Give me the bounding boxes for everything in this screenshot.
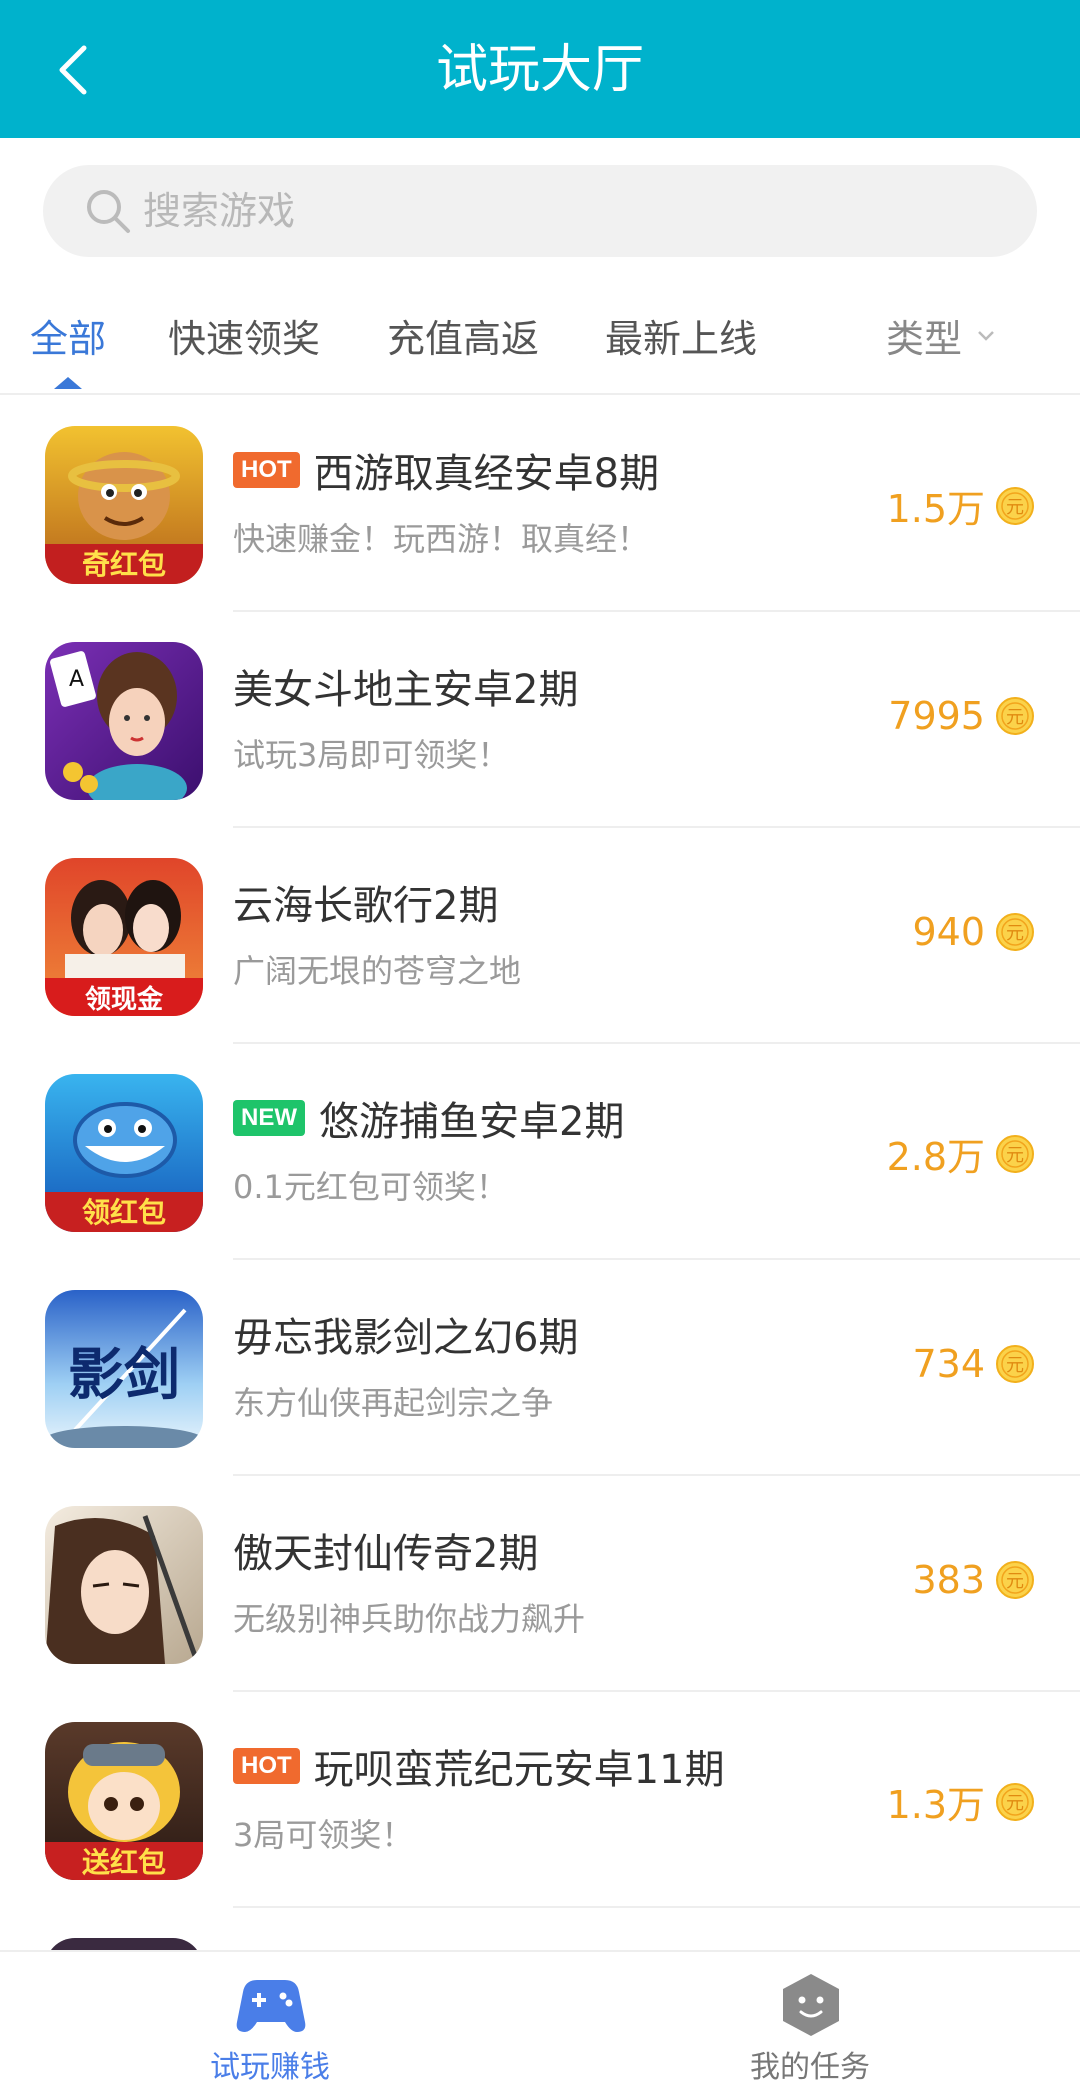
hot-badge: HOT: [233, 452, 300, 488]
coin-label: 元: [1006, 707, 1024, 728]
game-icon-manhuang: 送红包: [45, 1722, 203, 1880]
reward: 383 元: [912, 1558, 1035, 1602]
coin-label: 元: [1006, 1571, 1024, 1592]
svg-text:A: A: [69, 667, 84, 692]
coin-label: 元: [1006, 923, 1024, 944]
game-desc: 快速赚金！玩西游！取真经！: [233, 520, 650, 558]
reward: 734 元: [912, 1342, 1035, 1386]
coin-label: 元: [1006, 497, 1024, 518]
coin-label: 元: [1006, 1145, 1024, 1166]
reward-value: 940: [912, 910, 985, 954]
tab-high-recharge[interactable]: 充值高返: [387, 314, 539, 364]
icon-caption: 影剑: [68, 1342, 180, 1408]
game-name: 美女斗地主安卓2期: [233, 667, 579, 713]
reward: 1.5万 元: [887, 478, 1035, 533]
icon-caption: 领红包: [82, 1196, 166, 1229]
coin-icon: 元: [996, 1134, 1034, 1173]
active-tab-indicator: [54, 377, 82, 389]
game-icon-doudizhu: A: [45, 642, 203, 800]
icon-caption: 领现金: [85, 984, 164, 1015]
game-icon-yunhai: 领现金: [45, 858, 203, 1016]
game-row[interactable]: 傲天封仙传奇2期 无级别神兵助你战力飙升 383 元: [0, 1476, 1080, 1692]
search-bar[interactable]: [43, 165, 1037, 257]
coin-icon: 元: [996, 913, 1034, 951]
coin-icon: 元: [996, 486, 1034, 525]
reward-value: 7995: [888, 694, 985, 738]
reward: 2.8万 元: [887, 1126, 1035, 1181]
search-icon: [87, 190, 130, 233]
page-title: 试玩大厅: [435, 40, 644, 100]
tab-all[interactable]: 全部: [30, 314, 106, 364]
category-tabs: 全部 快速领奖 充值高返 最新上线 类型: [0, 300, 1080, 395]
icon-caption: 送红包: [82, 1846, 166, 1879]
task-face-icon: [783, 1974, 839, 2036]
coin-label: 元: [1006, 1793, 1024, 1814]
reward: 7995 元: [888, 694, 1035, 738]
type-filter-label: 类型: [886, 317, 963, 361]
coin-icon: 元: [996, 1345, 1034, 1383]
game-name: 悠游捕鱼安卓2期: [319, 1099, 625, 1145]
tab-quick-reward[interactable]: 快速领奖: [168, 314, 320, 364]
tab-label: 试玩赚钱: [210, 2050, 330, 2085]
reward: 1.3万 元: [887, 1774, 1035, 1829]
game-icon-yingjian: 影剑: [45, 1290, 203, 1448]
search-input[interactable]: [143, 165, 1003, 257]
type-filter-dropdown[interactable]: 类型: [886, 314, 996, 364]
game-icon-aotian: [45, 1506, 203, 1664]
game-desc: 试玩3局即可领奖！: [233, 736, 510, 774]
game-desc: 3局可领奖！: [233, 1816, 414, 1854]
game-row[interactable]: 奇红包 HOT 西游取真经安卓8期 快速赚金！玩西游！取真经！ 1.5万 元: [0, 396, 1080, 612]
bottom-tab-bar: 试玩赚钱 我的任务: [0, 1950, 1080, 2094]
game-row[interactable]: 影剑 毋忘我影剑之幻6期 东方仙侠再起剑宗之争 734 元: [0, 1260, 1080, 1476]
game-name: 西游取真经安卓8期: [313, 451, 660, 497]
game-desc: 广阔无垠的苍穹之地: [233, 952, 522, 990]
coin-icon: 元: [996, 1782, 1034, 1821]
game-row[interactable]: 领红包 NEW 悠游捕鱼安卓2期 0.1元红包可领奖！ 2.8万 元: [0, 1044, 1080, 1260]
coin-icon: 元: [996, 1561, 1034, 1599]
game-name: 玩呗蛮荒纪元安卓11期: [313, 1747, 725, 1793]
game-desc: 0.1元红包可领奖！: [233, 1168, 508, 1206]
game-desc: 东方仙侠再起剑宗之争: [233, 1384, 554, 1422]
game-row[interactable]: 送红包 HOT 玩呗蛮荒纪元安卓11期 3局可领奖！ 1.3万 元: [0, 1692, 1080, 1908]
tab-trial-earn[interactable]: 试玩赚钱: [0, 1952, 540, 2094]
chevron-down-icon: [978, 331, 994, 341]
hot-badge: HOT: [233, 1748, 300, 1784]
game-name: 云海长歌行2期: [233, 883, 499, 929]
reward-value: 1.3万: [886, 1783, 985, 1827]
game-icon-buyu: 领红包: [45, 1074, 203, 1232]
reward-value: 1.5万: [886, 487, 985, 531]
reward: 940 元: [912, 910, 1035, 954]
icon-caption: 奇红包: [82, 548, 166, 581]
game-desc: 无级别神兵助你战力飙升: [233, 1600, 586, 1638]
reward-value: 734: [912, 1342, 985, 1386]
reward-value: 383: [912, 1558, 985, 1602]
game-name: 傲天封仙传奇2期: [233, 1531, 539, 1577]
game-icon-xiyou: 奇红包: [45, 426, 203, 584]
game-row[interactable]: A 美女斗地主安卓2期 试玩3局即可领奖！ 7995 元: [0, 612, 1080, 828]
game-row[interactable]: [0, 1908, 1080, 1950]
tab-newest[interactable]: 最新上线: [605, 314, 757, 364]
coin-icon: 元: [996, 697, 1034, 735]
gamepad-icon: [236, 1980, 306, 2032]
tab-my-tasks[interactable]: 我的任务: [540, 1952, 1080, 2094]
coin-label: 元: [1006, 1355, 1024, 1376]
tab-label: 我的任务: [750, 2050, 870, 2085]
game-name: 毋忘我影剑之幻6期: [233, 1315, 579, 1361]
game-list: 奇红包 HOT 西游取真经安卓8期 快速赚金！玩西游！取真经！ 1.5万 元 A: [0, 396, 1080, 1950]
reward-value: 2.8万: [886, 1135, 985, 1179]
new-badge: NEW: [233, 1100, 305, 1136]
game-icon-partial: [45, 1938, 203, 1950]
app-header: 试玩大厅: [0, 0, 1080, 138]
game-row[interactable]: 领现金 云海长歌行2期 广阔无垠的苍穹之地 940 元: [0, 828, 1080, 1044]
